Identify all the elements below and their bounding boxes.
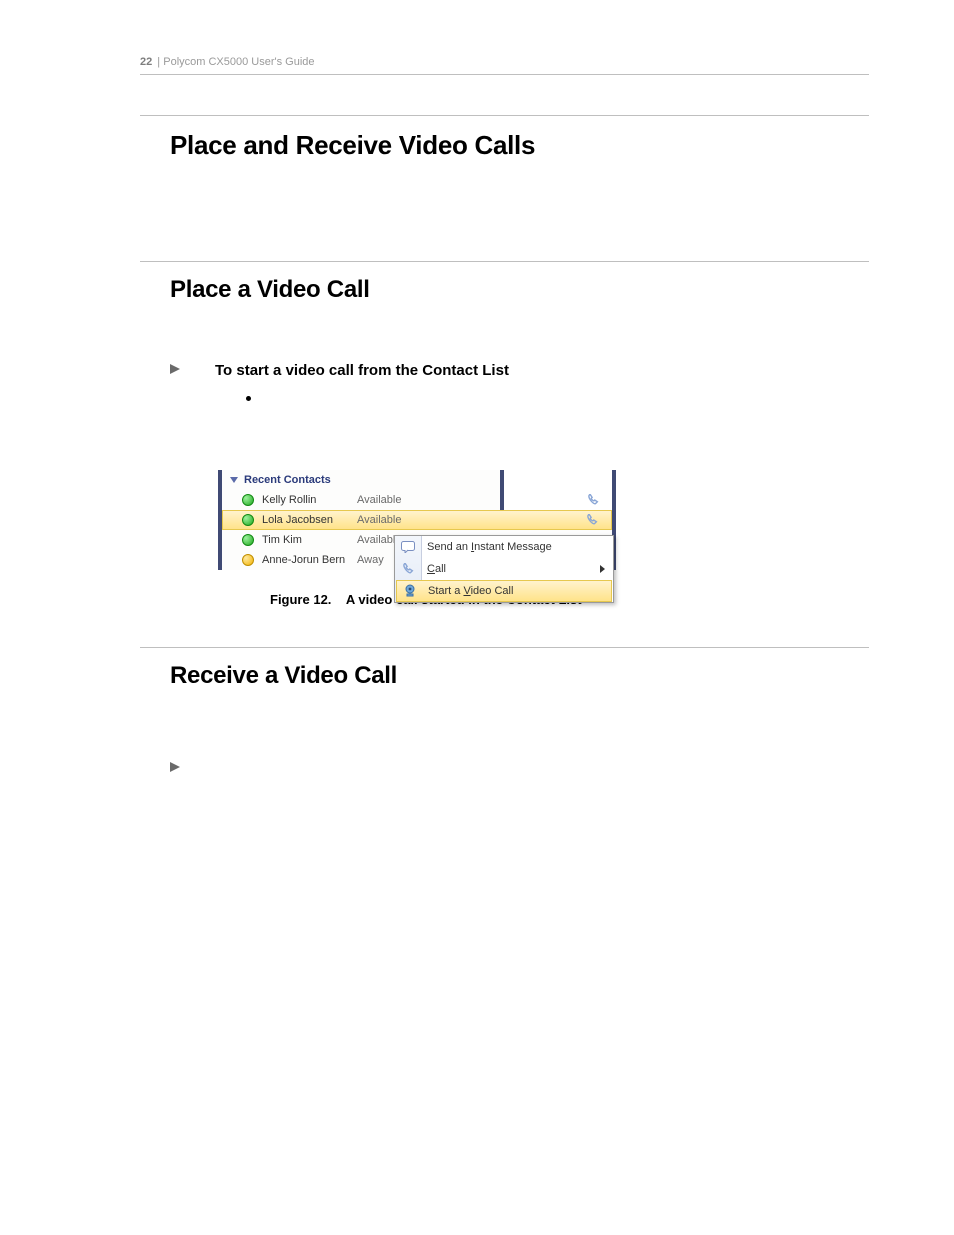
menu-label-im: Send an Instant Message [427, 541, 552, 553]
subsection-rule-2 [140, 647, 869, 648]
collapse-icon [230, 477, 238, 483]
contact-list-panel: Recent Contacts Kelly Rollin Available L… [218, 470, 616, 570]
contact-status: Available [357, 494, 419, 506]
figure-12: Recent Contacts Kelly Rollin Available L… [218, 470, 869, 570]
procedure-title: To start a video call from the Contact L… [215, 362, 509, 379]
subsection-heading-place: Place a Video Call [170, 276, 869, 304]
contact-name: Anne-Jorun Bern [262, 554, 357, 566]
page: 22 | Polycom CX5000 User's Guide Place a… [0, 0, 954, 1235]
menu-label-call: Call [427, 563, 446, 575]
menu-item-start-video-call[interactable]: Start a Video Call [396, 580, 612, 602]
im-icon [400, 539, 416, 555]
menu-label-video: Start a Video Call [428, 585, 513, 597]
section-heading: Place and Receive Video Calls [170, 130, 869, 161]
subsection-heading-receive: Receive a Video Call [170, 662, 869, 690]
contact-row-selected[interactable]: Lola Jacobsen Available [222, 510, 612, 530]
procedure-arrow-icon [170, 762, 180, 772]
presence-icon [242, 534, 254, 546]
menu-item-send-im[interactable]: Send an Instant Message [395, 536, 613, 558]
subsection-rule-1 [140, 261, 869, 262]
page-header: 22 | Polycom CX5000 User's Guide [140, 56, 869, 75]
contact-name: Lola Jacobsen [262, 514, 357, 526]
submenu-arrow-icon [600, 565, 605, 573]
phone-icon[interactable] [585, 513, 599, 527]
bullet-icon [246, 396, 251, 401]
contact-status: Available [357, 514, 419, 526]
contact-name: Kelly Rollin [262, 494, 357, 506]
page-number: 22 [140, 56, 152, 68]
presence-icon [242, 514, 254, 526]
contact-name: Tim Kim [262, 534, 357, 546]
context-menu: Send an Instant Message Call Start a Vid… [394, 535, 614, 603]
webcam-icon [402, 583, 418, 599]
figure-number: Figure 12. [270, 592, 331, 607]
guide-title: Polycom CX5000 User's Guide [163, 56, 314, 68]
phone-icon[interactable] [586, 493, 600, 507]
presence-icon [242, 494, 254, 506]
bullet-row [246, 390, 869, 408]
procedure-arrow-icon [170, 364, 180, 374]
group-header-label: Recent Contacts [244, 474, 331, 486]
section-rule [140, 115, 869, 116]
phone-icon [400, 561, 416, 577]
header-sep: | [154, 56, 163, 68]
procedure-block: To start a video call from the Contact L… [170, 362, 869, 408]
menu-item-call[interactable]: Call [395, 558, 613, 580]
spacer [140, 607, 869, 647]
contact-row[interactable]: Kelly Rollin Available [222, 490, 612, 510]
presence-icon [242, 554, 254, 566]
